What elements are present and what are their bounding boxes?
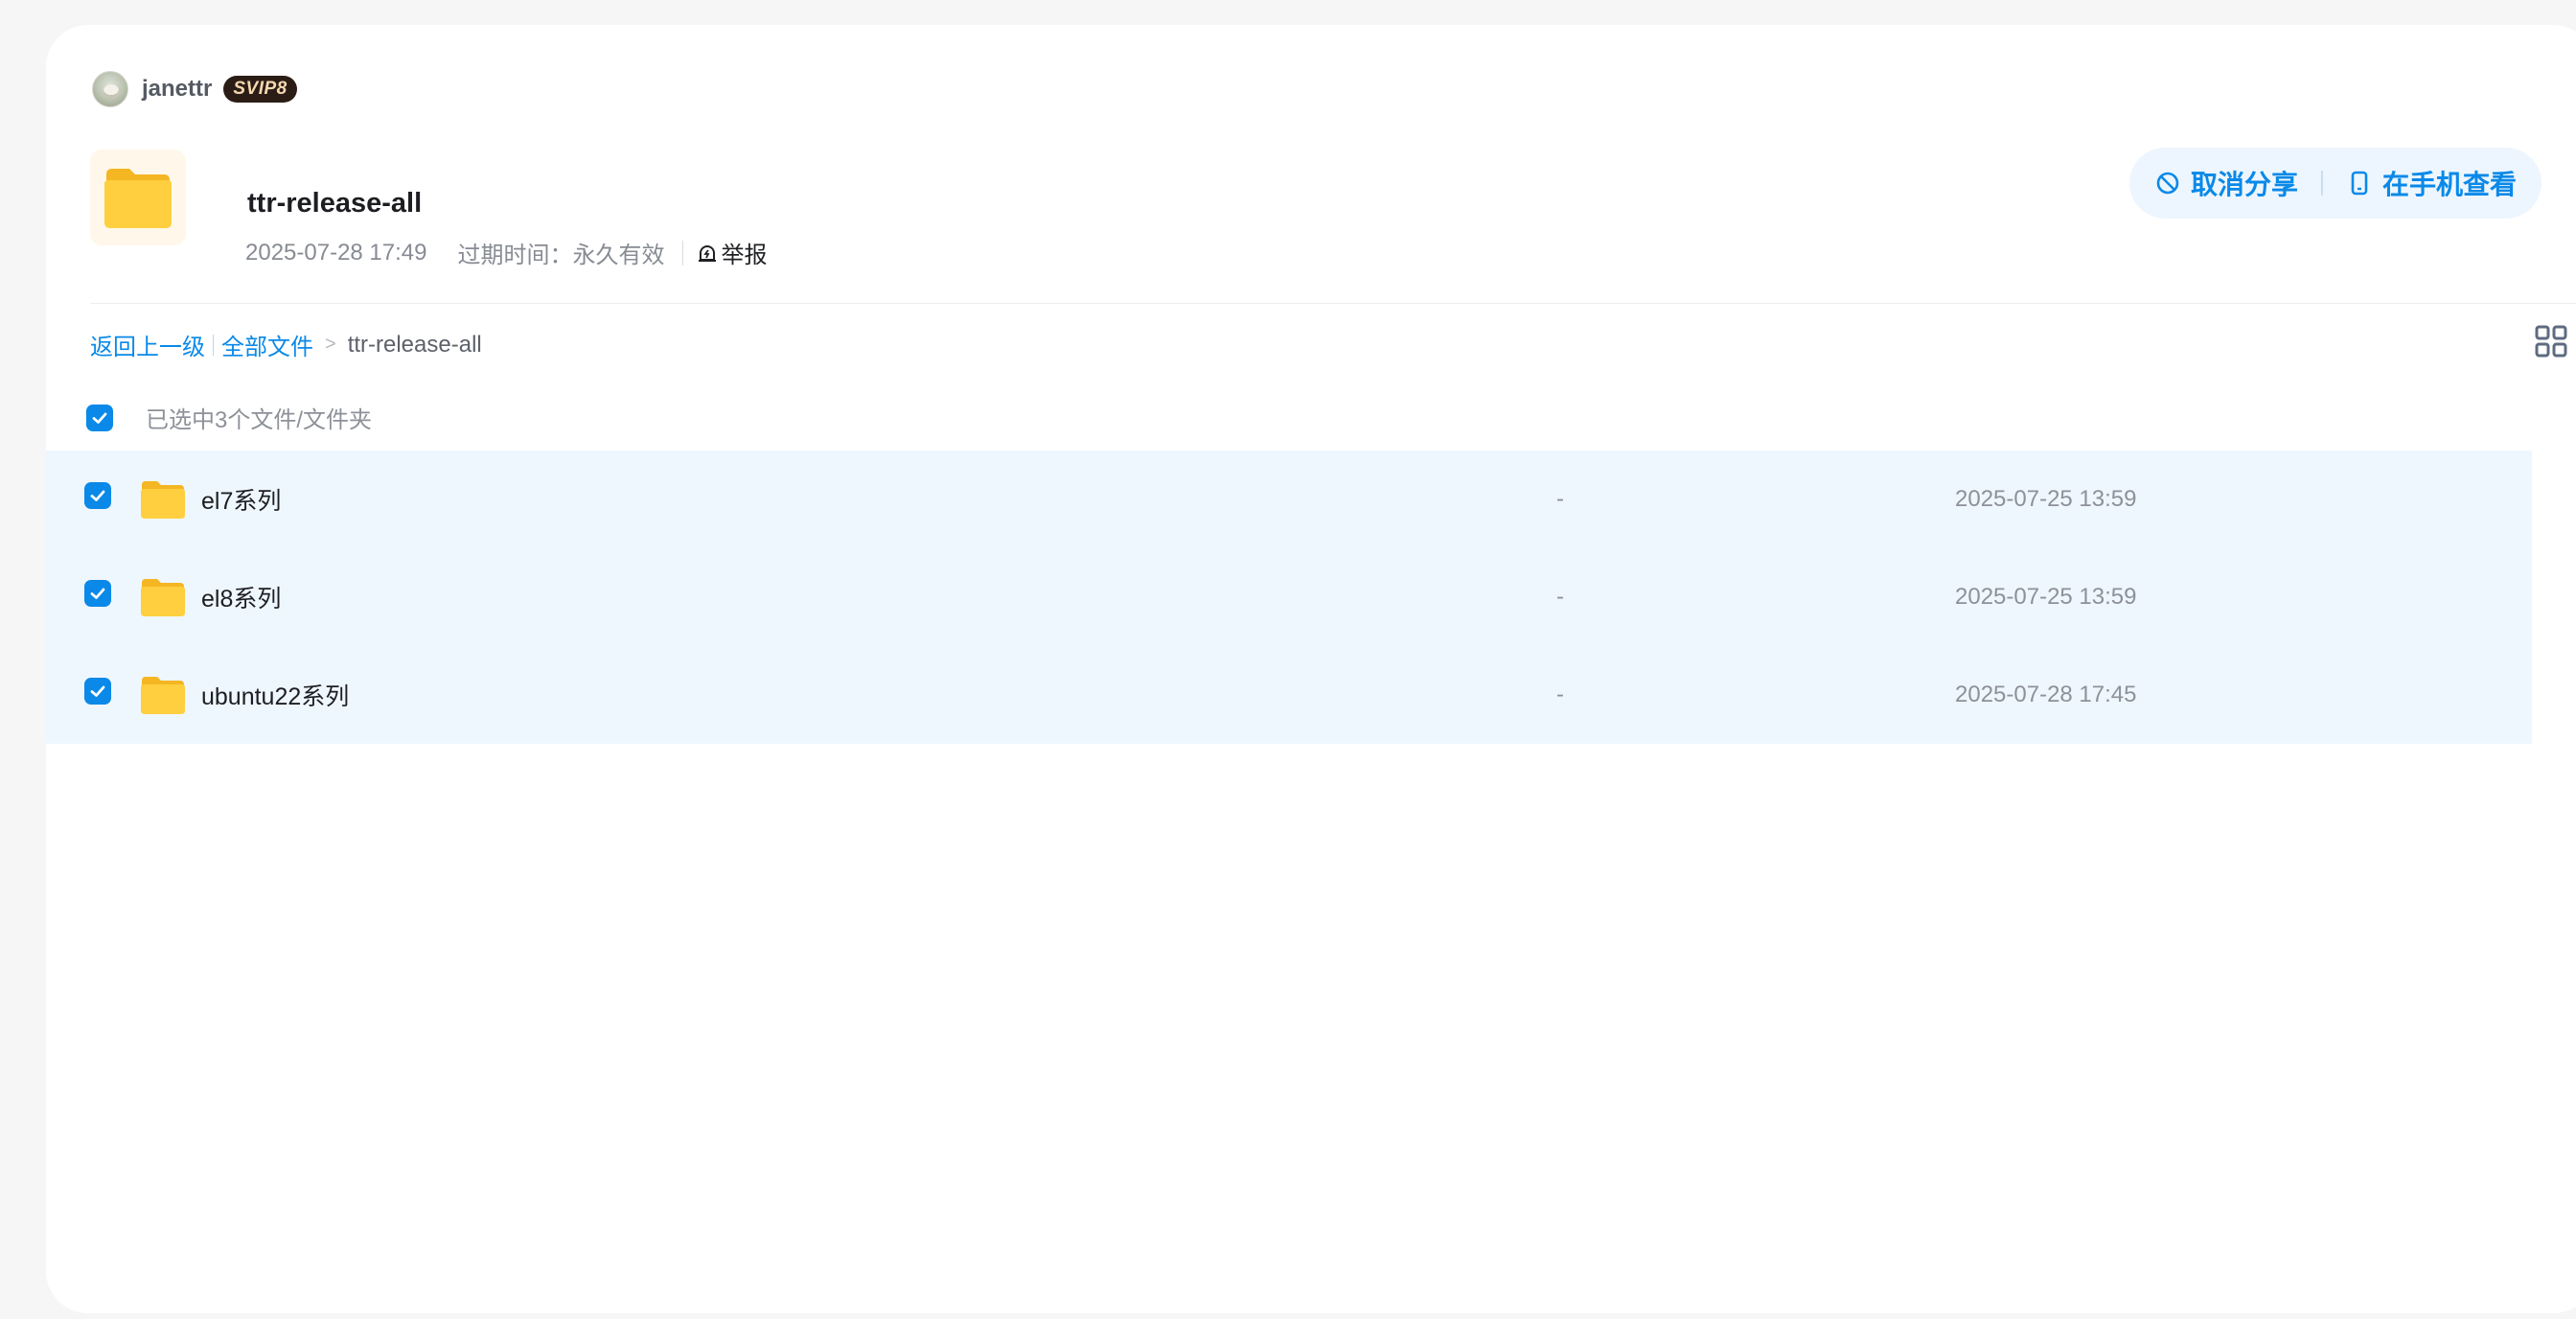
folder-icon — [90, 150, 186, 245]
file-list: el7系列 - 2025-07-25 13:59 el8系列 - 2025-07… — [46, 451, 2532, 744]
meta-divider — [681, 240, 683, 266]
folder-icon — [141, 481, 185, 519]
user-info: janettr SVIP8 — [92, 71, 297, 107]
row-checkbox[interactable] — [84, 482, 111, 509]
expiry-value: 永久有效 — [572, 243, 665, 268]
file-date: 2025-07-28 17:45 — [1955, 682, 2137, 707]
share-card: janettr SVIP8 ttr-release-all 2025-07-28… — [46, 25, 2576, 1313]
report-icon — [698, 244, 716, 262]
avatar[interactable] — [92, 71, 128, 107]
select-all-bar: 已选中3个文件/文件夹 — [86, 401, 372, 434]
file-name[interactable]: ubuntu22系列 — [201, 678, 349, 712]
username[interactable]: janettr — [142, 76, 212, 103]
breadcrumb-divider — [213, 334, 214, 356]
file-date: 2025-07-25 13:59 — [1955, 486, 2137, 512]
cancel-share-icon — [2156, 172, 2179, 195]
row-checkbox[interactable] — [84, 580, 111, 607]
checkbox-checked-icon — [90, 490, 105, 501]
folder-icon — [141, 579, 185, 616]
file-name[interactable]: el8系列 — [201, 580, 281, 614]
view-on-phone-button[interactable]: 在手机查看 — [2346, 164, 2517, 202]
share-actions: 取消分享 在手机查看 — [2129, 148, 2542, 219]
file-size: - — [1556, 486, 1564, 512]
file-date: 2025-07-25 13:59 — [1955, 584, 2137, 610]
header-divider — [90, 303, 2576, 304]
share-header: ttr-release-all 2025-07-28 17:49 过期时间： 永… — [90, 150, 768, 268]
cancel-share-button[interactable]: 取消分享 — [2154, 164, 2298, 202]
row-checkbox[interactable] — [84, 678, 111, 705]
share-title: ttr-release-all — [247, 188, 423, 219]
checkbox-checked-icon — [92, 412, 107, 424]
view-on-phone-label: 在手机查看 — [2382, 170, 2518, 199]
file-name[interactable]: el7系列 — [201, 482, 281, 517]
checkbox-checked-icon — [90, 588, 105, 599]
list-item[interactable]: el8系列 - 2025-07-25 13:59 — [46, 548, 2532, 646]
share-meta: 2025-07-28 17:49 过期时间： 永久有效 举报 — [245, 236, 768, 269]
phone-icon — [2351, 171, 2368, 196]
file-size: - — [1556, 584, 1564, 610]
share-created-time: 2025-07-28 17:49 — [245, 239, 427, 266]
breadcrumb: 返回上一级 全部文件 > ttr-release-all — [90, 328, 482, 361]
report-label: 举报 — [721, 243, 768, 268]
chevron-right-icon: > — [325, 334, 336, 355]
all-files-link[interactable]: 全部文件 — [221, 328, 313, 361]
checkbox-checked-icon — [90, 685, 105, 697]
expiry-label: 过期时间： — [457, 243, 573, 268]
back-link[interactable]: 返回上一级 — [90, 328, 205, 361]
file-size: - — [1556, 682, 1564, 707]
list-item[interactable]: ubuntu22系列 - 2025-07-28 17:45 — [46, 646, 2532, 744]
vip-badge: SVIP8 — [223, 76, 297, 103]
folder-icon — [141, 677, 185, 714]
list-item[interactable]: el7系列 - 2025-07-25 13:59 — [46, 451, 2532, 548]
grid-view-icon[interactable] — [2534, 324, 2568, 359]
report-button[interactable]: 举报 — [697, 236, 768, 269]
action-divider — [2321, 171, 2324, 196]
selection-count: 已选中3个文件/文件夹 — [146, 407, 373, 433]
cancel-share-label: 取消分享 — [2191, 170, 2299, 199]
select-all-checkbox[interactable] — [86, 404, 113, 431]
current-folder: ttr-release-all — [347, 331, 482, 358]
